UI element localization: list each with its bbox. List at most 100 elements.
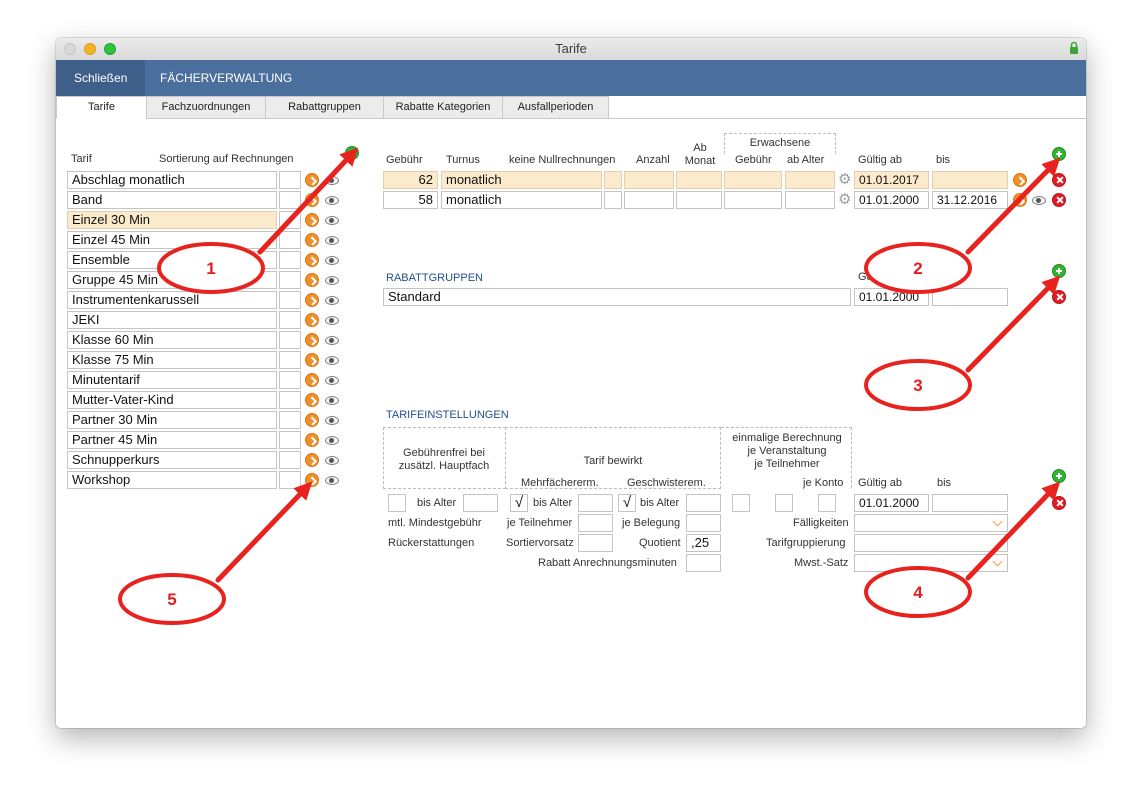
tariff-sort-field[interactable] (279, 431, 301, 449)
eye-icon[interactable] (325, 476, 339, 485)
delete-icon[interactable] (1052, 193, 1066, 207)
gear-icon[interactable]: ⚙ (838, 192, 851, 207)
discount-minutes-field[interactable] (686, 554, 721, 572)
eye-icon[interactable] (325, 416, 339, 425)
tariff-sort-field[interactable] (279, 331, 301, 349)
tariff-sort-field[interactable] (279, 371, 301, 389)
turnus-field[interactable]: monatlich (441, 171, 602, 189)
go-arrow-icon[interactable] (305, 433, 319, 447)
count-field[interactable] (624, 191, 674, 209)
go-arrow-icon[interactable] (305, 393, 319, 407)
tariff-sort-field[interactable] (279, 271, 301, 289)
go-arrow-icon[interactable] (305, 413, 319, 427)
tariff-name-field[interactable]: Partner 45 Min (67, 431, 277, 449)
go-arrow-icon[interactable] (305, 313, 319, 327)
tariff-sort-field[interactable] (279, 351, 301, 369)
eye-icon[interactable] (325, 196, 339, 205)
tab-discount-groups[interactable]: Rabattgruppen (265, 96, 384, 118)
per-event-checkbox[interactable] (732, 494, 750, 512)
tab-cancellation-periods[interactable]: Ausfallperioden (502, 96, 609, 118)
turnus-field[interactable]: monatlich (441, 191, 602, 209)
fee-amount-field[interactable]: 62 (383, 171, 438, 189)
tariff-sort-field[interactable] (279, 311, 301, 329)
eye-icon[interactable] (325, 276, 339, 285)
eye-icon[interactable] (325, 376, 339, 385)
tariff-name-field[interactable]: Partner 30 Min (67, 411, 277, 429)
fee-free-age-field[interactable] (463, 494, 498, 512)
sort-prefix-field[interactable] (578, 534, 613, 552)
no-zero-invoices-checkbox[interactable] (604, 171, 622, 189)
tariff-name-field[interactable]: Gruppe 45 Min (67, 271, 277, 289)
go-arrow-icon[interactable] (305, 473, 319, 487)
close-button[interactable]: Schließen (56, 60, 145, 96)
go-arrow-icon[interactable] (305, 453, 319, 467)
tariff-sort-field[interactable] (279, 411, 301, 429)
add-discount-group-icon[interactable] (1052, 264, 1066, 278)
tab-discount-categories[interactable]: Rabatte Kategorien (383, 96, 503, 118)
from-age-field[interactable] (785, 171, 835, 189)
go-arrow-icon[interactable] (305, 333, 319, 347)
tariff-sort-field[interactable] (279, 191, 301, 209)
multi-subject-age-field[interactable] (578, 494, 613, 512)
tab-subject-assignments[interactable]: Fachzuordnungen (146, 96, 266, 118)
tariff-sort-field[interactable] (279, 471, 301, 489)
add-settings-icon[interactable] (1052, 469, 1066, 483)
subject-admin-button[interactable]: FÄCHERVERWALTUNG (142, 60, 310, 96)
quotient-field[interactable]: ,25 (686, 534, 721, 552)
until-field[interactable] (932, 171, 1008, 189)
fee-amount-field[interactable]: 58 (383, 191, 438, 209)
tariff-name-field[interactable]: Schnupperkurs (67, 451, 277, 469)
count-field[interactable] (624, 171, 674, 189)
until-field[interactable]: 31.12.2016 (932, 191, 1008, 209)
delete-icon[interactable] (1052, 173, 1066, 187)
eye-icon[interactable] (325, 216, 339, 225)
per-booking-field[interactable] (686, 514, 721, 532)
eye-icon[interactable] (325, 396, 339, 405)
add-fee-icon[interactable] (1052, 147, 1066, 161)
go-arrow-icon[interactable] (1013, 173, 1027, 187)
go-arrow-icon[interactable] (305, 353, 319, 367)
tariff-sort-field[interactable] (279, 251, 301, 269)
due-dates-select[interactable] (854, 514, 1008, 532)
valid-from-field[interactable]: 01.01.2017 (854, 171, 929, 189)
tariff-name-field[interactable]: Mutter-Vater-Kind (67, 391, 277, 409)
tariff-name-field[interactable]: Einzel 30 Min (67, 211, 277, 229)
tariff-grouping-field[interactable] (854, 534, 1008, 552)
tariff-name-field[interactable]: Ensemble (67, 251, 277, 269)
per-account-checkbox[interactable] (818, 494, 836, 512)
go-arrow-icon[interactable] (1013, 193, 1027, 207)
delete-discount-group-icon[interactable] (1052, 290, 1066, 304)
eye-icon[interactable] (325, 176, 339, 185)
eye-icon[interactable] (325, 436, 339, 445)
tariff-name-field[interactable]: Band (67, 191, 277, 209)
go-arrow-icon[interactable] (305, 273, 319, 287)
eye-icon[interactable] (325, 456, 339, 465)
tab-tariffs[interactable]: Tarife (56, 96, 147, 119)
tariff-name-field[interactable]: Workshop (67, 471, 277, 489)
go-arrow-icon[interactable] (305, 233, 319, 247)
valid-from-field[interactable]: 01.01.2000 (854, 191, 929, 209)
go-arrow-icon[interactable] (305, 373, 319, 387)
eye-icon[interactable] (325, 236, 339, 245)
eye-icon[interactable] (325, 256, 339, 265)
multi-subject-checkbox[interactable]: √ (510, 494, 528, 512)
vat-select[interactable] (854, 554, 1008, 572)
per-participant-checkbox[interactable] (775, 494, 793, 512)
tariff-name-field[interactable]: Abschlag monatlich (67, 171, 277, 189)
tariff-sort-field[interactable] (279, 171, 301, 189)
fee-free-checkbox[interactable] (388, 494, 406, 512)
sibling-age-field[interactable] (686, 494, 721, 512)
no-zero-invoices-checkbox[interactable] (604, 191, 622, 209)
go-arrow-icon[interactable] (305, 253, 319, 267)
go-arrow-icon[interactable] (305, 213, 319, 227)
tariff-name-field[interactable]: Instrumentenkarussell (67, 291, 277, 309)
eye-icon[interactable] (1032, 196, 1046, 205)
go-arrow-icon[interactable] (305, 193, 319, 207)
go-arrow-icon[interactable] (305, 173, 319, 187)
tariff-name-field[interactable]: Einzel 45 Min (67, 231, 277, 249)
tariff-sort-field[interactable] (279, 211, 301, 229)
tariff-name-field[interactable]: Minutentarif (67, 371, 277, 389)
gear-icon[interactable]: ⚙ (838, 172, 851, 187)
per-participant-field[interactable] (578, 514, 613, 532)
tariff-sort-field[interactable] (279, 451, 301, 469)
